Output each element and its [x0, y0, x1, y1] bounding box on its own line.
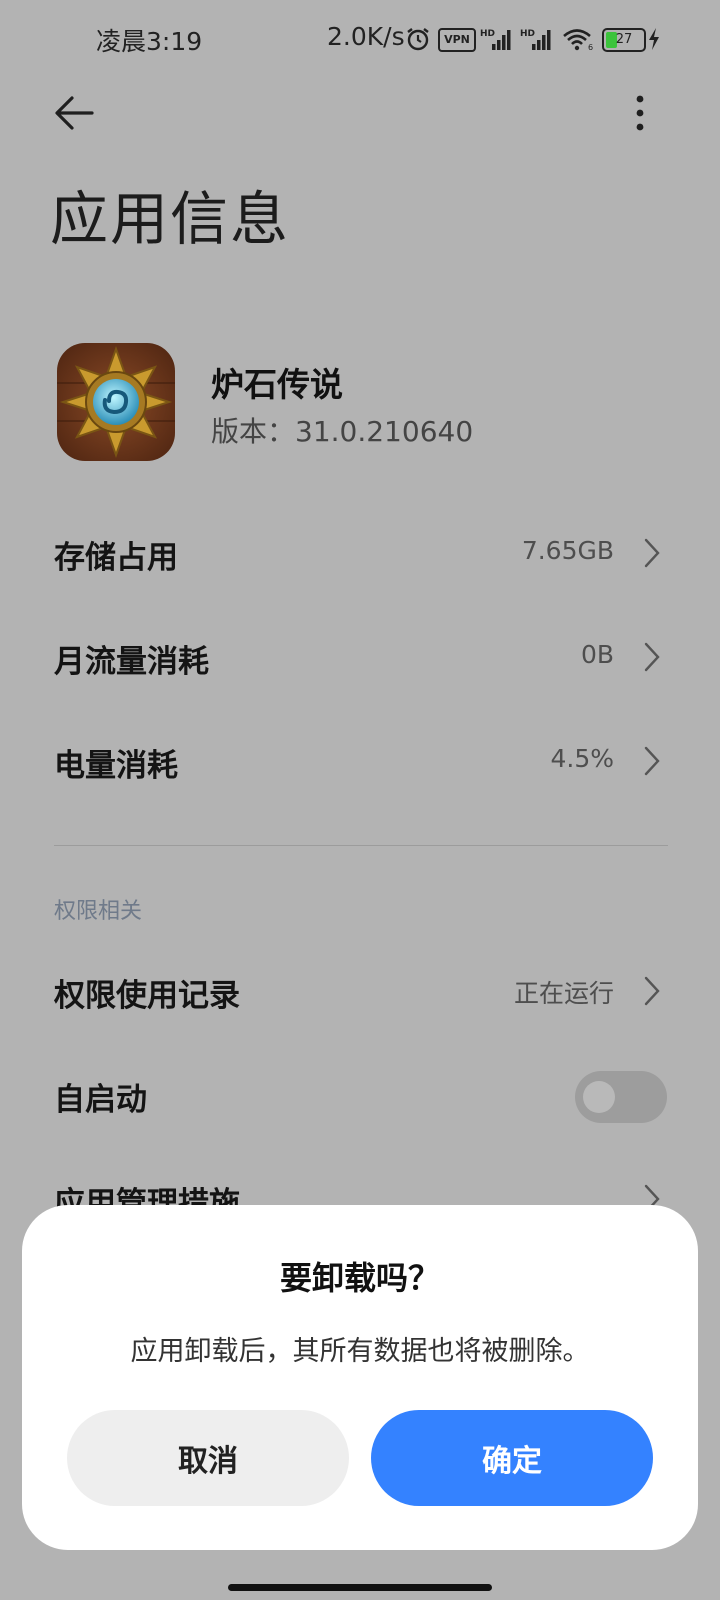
permission-usage-label: 权限使用记录 [54, 978, 240, 1014]
signal-hd-icon: HD [480, 29, 511, 50]
home-indicator[interactable] [228, 1584, 492, 1591]
wifi-icon: 6 [563, 29, 593, 51]
autostart-toggle[interactable] [575, 1071, 667, 1123]
battery-level: 27 [615, 32, 633, 47]
network-speed: 2.0K/s [327, 22, 405, 51]
more-options-button[interactable] [620, 86, 660, 140]
battery-usage-label: 电量消耗 [54, 748, 178, 784]
uninstall-dialog: 要卸载吗？ 应用卸载后，其所有数据也将被删除。 取消 确定 [22, 1205, 698, 1550]
data-usage-value: 0B [580, 640, 614, 669]
storage-value: 7.65GB [521, 536, 614, 565]
svg-text:6: 6 [588, 43, 593, 51]
vpn-icon: VPN [438, 28, 476, 52]
app-icon [57, 343, 175, 461]
dialog-message: 应用卸载后，其所有数据也将被删除。 [130, 1336, 590, 1367]
page-title: 应用信息 [50, 185, 291, 253]
divider [54, 845, 668, 846]
storage-row[interactable]: 存储占用 7.65GB [0, 508, 720, 598]
storage-label: 存储占用 [54, 540, 178, 576]
data-usage-label: 月流量消耗 [54, 644, 209, 680]
battery-icon: 27 [602, 28, 646, 52]
chevron-right-icon [644, 642, 660, 672]
battery-usage-value: 4.5% [550, 744, 614, 773]
battery-usage-row[interactable]: 电量消耗 4.5% [0, 716, 720, 806]
cancel-button[interactable]: 取消 [67, 1410, 349, 1506]
dialog-title: 要卸载吗？ [279, 1259, 440, 1297]
signal-hd-icon: HD [520, 29, 551, 50]
permission-usage-row[interactable]: 权限使用记录 正在运行 [0, 946, 720, 1036]
app-name: 炉石传说 [211, 365, 343, 404]
status-time: 凌晨3:19 [96, 27, 203, 56]
toggle-knob [583, 1081, 615, 1113]
chevron-right-icon [644, 976, 660, 1006]
svg-text:HD: HD [520, 29, 535, 39]
chevron-right-icon [644, 538, 660, 568]
section-header-permissions: 权限相关 [54, 899, 143, 924]
permission-usage-value: 正在运行 [513, 979, 614, 1008]
back-button[interactable] [48, 86, 102, 140]
autostart-label: 自启动 [54, 1082, 147, 1118]
chevron-right-icon [644, 746, 660, 776]
data-usage-row[interactable]: 月流量消耗 0B [0, 612, 720, 702]
confirm-button[interactable]: 确定 [371, 1410, 653, 1506]
charging-icon [649, 28, 659, 50]
app-version: 版本：31.0.210640 [211, 415, 474, 448]
alarm-icon [407, 28, 429, 51]
svg-text:HD: HD [480, 29, 495, 39]
